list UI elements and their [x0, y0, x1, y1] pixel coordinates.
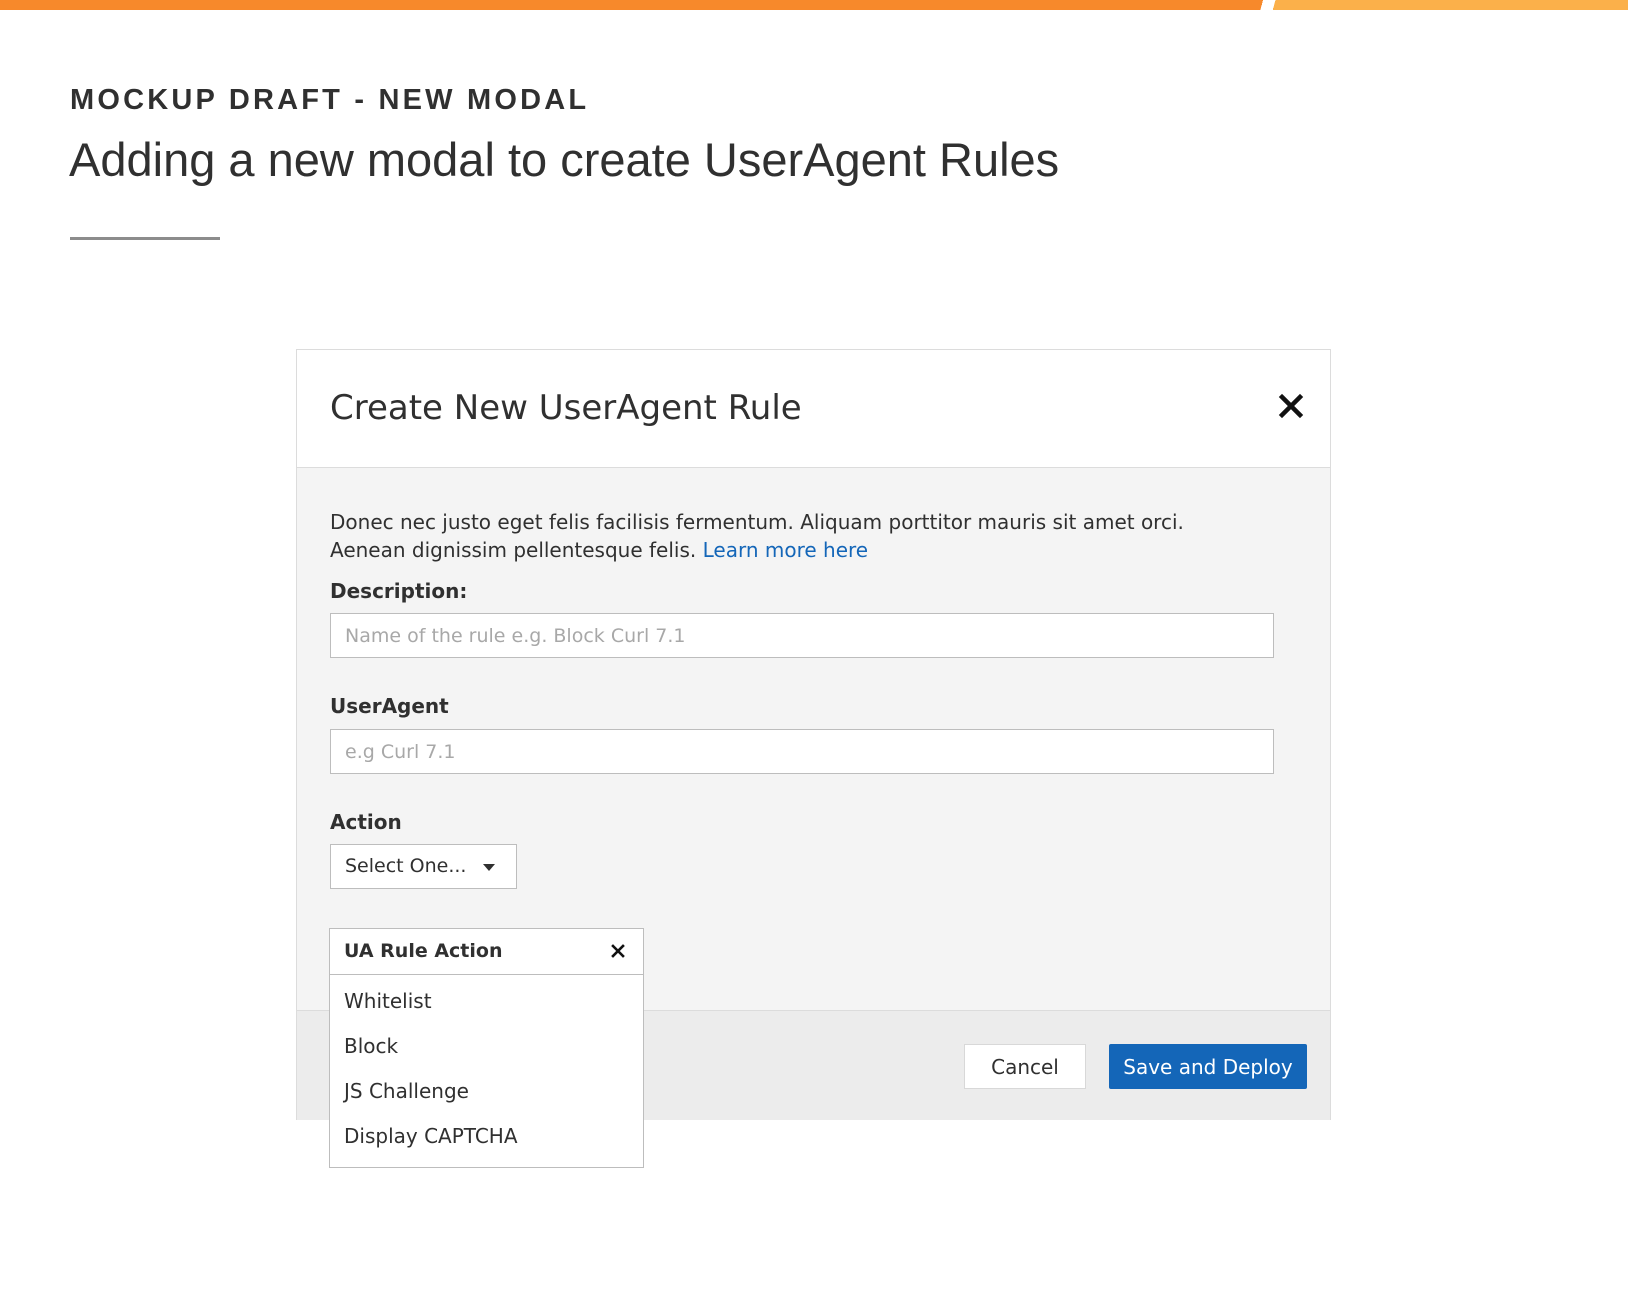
cancel-button[interactable]: Cancel — [964, 1044, 1086, 1089]
title-divider — [70, 237, 220, 240]
action-select[interactable]: Select One... — [330, 844, 517, 889]
dropdown-title: UA Rule Action — [344, 940, 503, 962]
description-label: Description: — [330, 579, 468, 603]
dropdown-option-whitelist[interactable]: Whitelist — [344, 989, 432, 1013]
brand-accent-bar — [0, 0, 1628, 10]
dropdown-option-js-challenge[interactable]: JS Challenge — [344, 1079, 469, 1103]
close-icon[interactable] — [1273, 388, 1309, 424]
dropdown-header: UA Rule Action — [330, 929, 643, 975]
useragent-label: UserAgent — [330, 694, 449, 718]
action-label: Action — [330, 810, 402, 834]
page-eyebrow: MOCKUP DRAFT - NEW MODAL — [70, 84, 590, 116]
close-icon[interactable] — [610, 943, 626, 959]
caret-down-icon — [483, 864, 495, 871]
modal-header: Create New UserAgent Rule — [297, 350, 1330, 468]
action-dropdown-menu: UA Rule Action Whitelist Block JS Challe… — [329, 928, 644, 1168]
description-input[interactable] — [330, 613, 1274, 658]
save-and-deploy-button[interactable]: Save and Deploy — [1109, 1044, 1307, 1089]
dropdown-option-block[interactable]: Block — [344, 1034, 398, 1058]
action-select-value: Select One... — [345, 855, 467, 877]
modal-title: Create New UserAgent Rule — [330, 388, 802, 428]
page-title: Adding a new modal to create UserAgent R… — [69, 133, 1060, 186]
dropdown-close-glyph — [611, 944, 625, 958]
learn-more-link[interactable]: Learn more here — [703, 538, 869, 562]
useragent-input[interactable] — [330, 729, 1274, 774]
close-icon-glyph — [1278, 393, 1304, 419]
dropdown-option-display-captcha[interactable]: Display CAPTCHA — [344, 1124, 518, 1148]
modal-intro: Donec nec justo eget felis facilisis fer… — [330, 508, 1230, 564]
